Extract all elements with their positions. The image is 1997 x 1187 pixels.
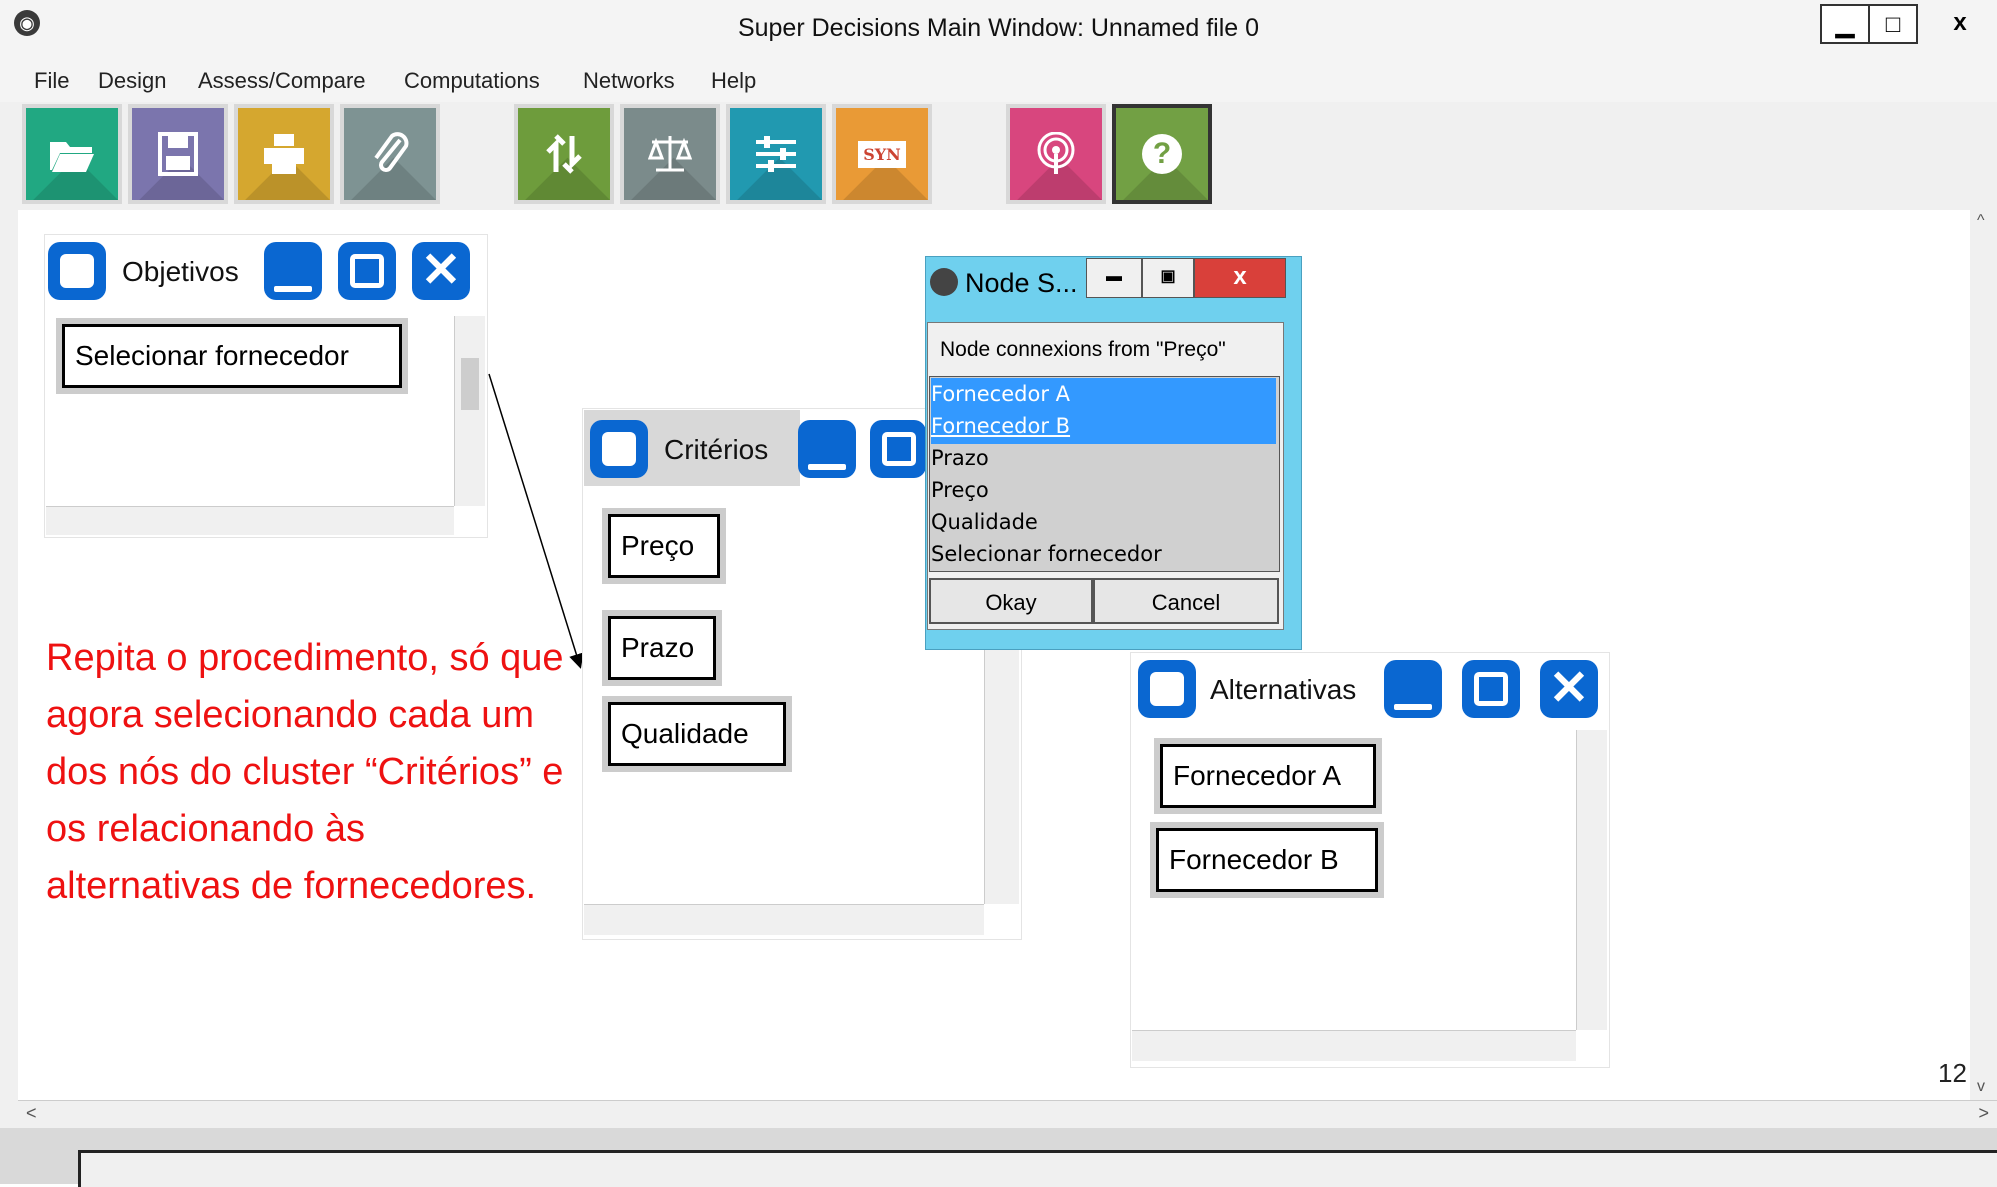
node-selecionar-fornecedor[interactable]: Selecionar fornecedor	[62, 324, 402, 388]
synthesis-button[interactable]: SYN	[832, 104, 932, 204]
menu-design[interactable]: Design	[98, 68, 166, 94]
left-border	[0, 210, 19, 1128]
sliders-icon	[730, 108, 822, 200]
cluster-criterios-select-button[interactable]	[590, 420, 648, 478]
criterios-horizontal-scrollbar[interactable]	[584, 904, 984, 935]
broadcast-button[interactable]	[1006, 104, 1106, 204]
print-button[interactable]	[234, 104, 334, 204]
cluster-objetivos-close-button[interactable]: ✕	[412, 242, 470, 300]
syn-label: SYN	[858, 140, 906, 168]
dialog-label: Node connexions from "Preço"	[940, 338, 1226, 361]
main-horizontal-scrollbar[interactable]: < >	[18, 1100, 1997, 1129]
scroll-down-arrow[interactable]: v	[1977, 1078, 1985, 1096]
scroll-right-arrow[interactable]: >	[1978, 1103, 1989, 1124]
menu-assess-compare[interactable]: Assess/Compare	[198, 68, 366, 94]
objetivos-horizontal-scrollbar[interactable]	[46, 506, 454, 535]
broadcast-icon	[1010, 108, 1102, 200]
cluster-criterios-title: Critérios	[664, 434, 769, 465]
option-fornecedor-b[interactable]: Fornecedor B	[931, 410, 1276, 442]
dialog-close-button[interactable]: x	[1194, 258, 1286, 298]
open-icon	[26, 108, 118, 200]
dialog-title: Node S...	[965, 268, 1078, 298]
page-number: 12	[1938, 1058, 1967, 1088]
sliders-button[interactable]	[726, 104, 826, 204]
cluster-criterios-minimize-button[interactable]	[798, 420, 856, 478]
cluster-alternativas-minimize-button[interactable]	[1384, 660, 1442, 718]
cancel-button[interactable]: Cancel	[1093, 578, 1279, 624]
menu-help[interactable]: Help	[711, 68, 756, 94]
objetivos-scroll-thumb[interactable]	[461, 358, 479, 410]
maximize-button[interactable]: □	[1868, 4, 1918, 44]
refresh-button[interactable]	[514, 104, 614, 204]
cluster-alternativas-select-button[interactable]	[1138, 660, 1196, 718]
node-qualidade[interactable]: Qualidade	[608, 702, 786, 766]
cluster-alternativas-maximize-button[interactable]	[1462, 660, 1520, 718]
dialog-minimize-button[interactable]: ▬	[1086, 258, 1142, 298]
node-fornecedor-a[interactable]: Fornecedor A	[1160, 744, 1376, 808]
option-fornecedor-a[interactable]: Fornecedor A	[931, 378, 1276, 410]
attach-icon	[344, 108, 436, 200]
synthesis-icon: SYN	[836, 108, 928, 200]
cluster-alternativas-title: Alternativas	[1210, 674, 1357, 705]
dialog-globe-icon	[930, 268, 958, 296]
cluster-objetivos-maximize-button[interactable]	[338, 242, 396, 300]
print-icon	[238, 108, 330, 200]
okay-button[interactable]: Okay	[929, 578, 1093, 624]
status-field	[78, 1150, 1997, 1187]
cluster-objetivos-minimize-button[interactable]	[264, 242, 322, 300]
balance-button[interactable]	[620, 104, 720, 204]
cluster-alternativas-close-button[interactable]: ✕	[1540, 660, 1598, 718]
open-button[interactable]	[22, 104, 122, 204]
save-button[interactable]	[128, 104, 228, 204]
alternativas-vertical-scrollbar[interactable]	[1576, 730, 1607, 1030]
menu-networks[interactable]: Networks	[583, 68, 675, 94]
attach-button[interactable]	[340, 104, 440, 204]
scroll-left-arrow[interactable]: <	[26, 1103, 37, 1124]
option-preco[interactable]: Preço	[931, 474, 1276, 506]
option-prazo[interactable]: Prazo	[931, 442, 1276, 474]
criterios-vertical-scrollbar[interactable]	[984, 640, 1019, 904]
node-prazo[interactable]: Prazo	[608, 616, 716, 680]
save-icon	[132, 108, 224, 200]
window-title: Super Decisions Main Window: Unnamed fil…	[737, 14, 1260, 42]
close-button[interactable]: x	[1930, 4, 1990, 44]
help-button[interactable]: ?	[1112, 104, 1212, 204]
option-selecionar-fornecedor[interactable]: Selecionar fornecedor	[931, 538, 1276, 570]
objetivos-vertical-scrollbar[interactable]	[454, 316, 485, 506]
cluster-objetivos-title: Objetivos	[122, 256, 239, 287]
cluster-objetivos-select-button[interactable]	[48, 242, 106, 300]
option-qualidade[interactable]: Qualidade	[931, 506, 1276, 538]
cluster-criterios-maximize-button[interactable]	[870, 420, 926, 478]
menu-computations[interactable]: Computations	[404, 68, 540, 94]
scroll-up-arrow[interactable]: ^	[1977, 212, 1985, 230]
minimize-button[interactable]: ▁	[1820, 4, 1870, 44]
help-icon: ?	[1116, 108, 1208, 200]
main-vertical-scrollbar[interactable]: ^ v	[1970, 210, 1997, 1100]
node-fornecedor-b[interactable]: Fornecedor B	[1156, 828, 1378, 892]
refresh-icon	[518, 108, 610, 200]
dialog-maximize-button[interactable]: ▣	[1142, 258, 1194, 298]
node-preco[interactable]: Preço	[608, 514, 720, 578]
instruction-text: Repita o procedimento, só que agora sele…	[46, 637, 564, 907]
alternativas-horizontal-scrollbar[interactable]	[1132, 1030, 1576, 1061]
menu-file[interactable]: File	[34, 68, 69, 94]
balance-icon	[624, 108, 716, 200]
